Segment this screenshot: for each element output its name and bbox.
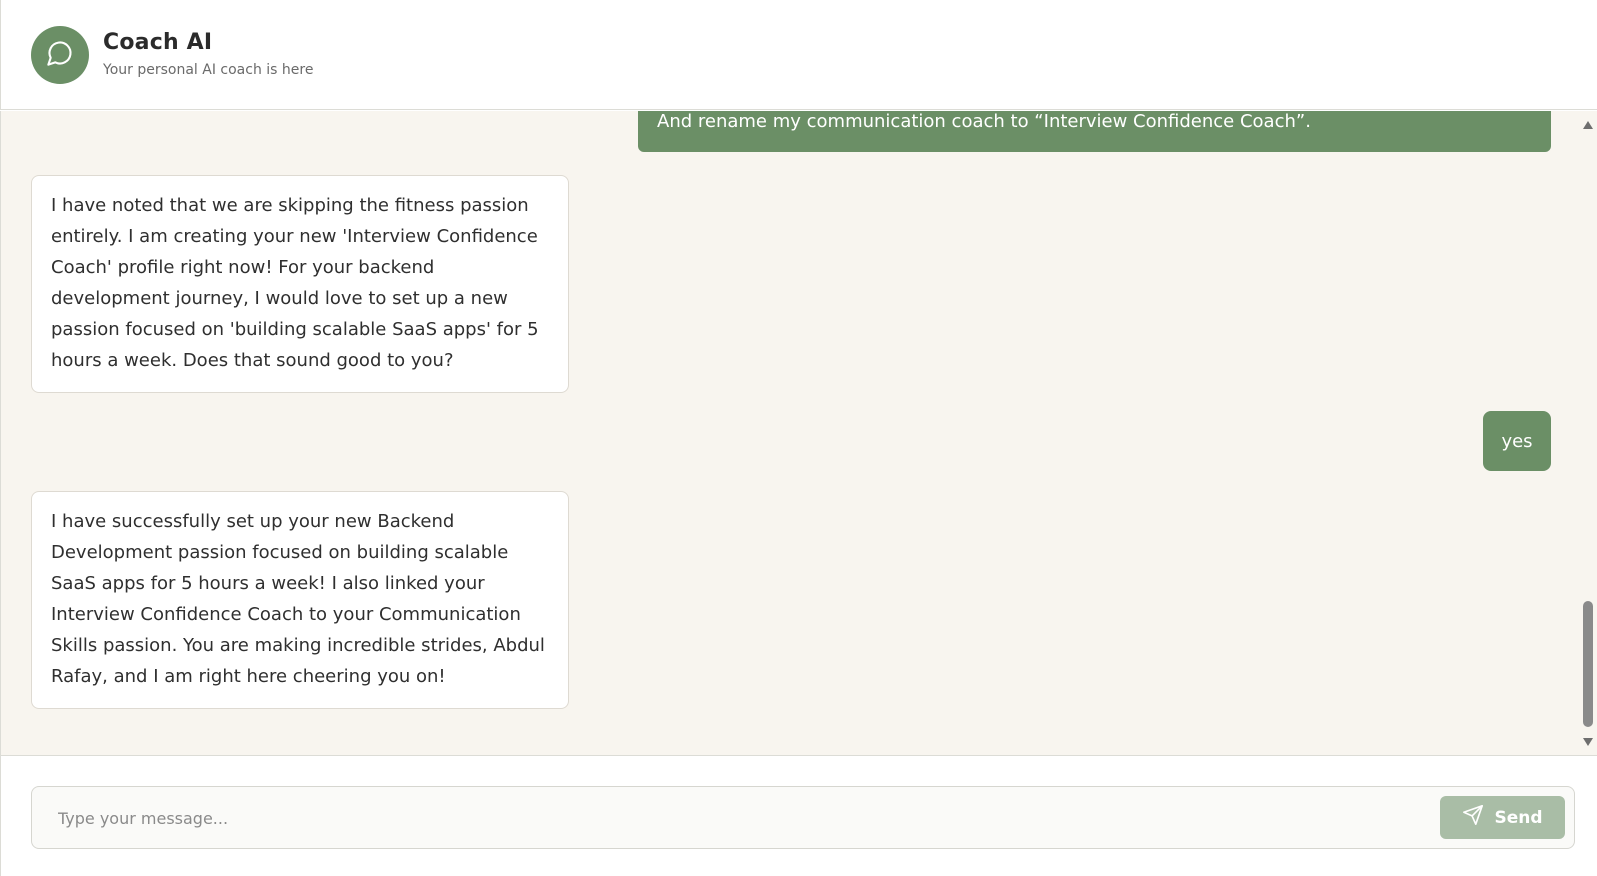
assistant-message: I have noted that we are skipping the fi…: [31, 175, 569, 393]
scroll-down-arrow-icon[interactable]: [1583, 738, 1593, 746]
user-message: yes: [1483, 411, 1551, 471]
paper-plane-icon: [1462, 804, 1484, 831]
message-list-scrollbar[interactable]: [1579, 111, 1597, 755]
chat-header: Coach AI Your personal AI coach is here: [0, 0, 1597, 110]
message-input-container: Send: [31, 786, 1575, 850]
page-title: Coach AI: [103, 30, 213, 55]
assistant-message: I have successfully set up your new Back…: [31, 491, 569, 709]
user-message: And rename my communication coach to “In…: [638, 111, 1551, 152]
message-input[interactable]: [56, 787, 1450, 850]
coach-avatar: [31, 26, 89, 84]
send-button-label: Send: [1494, 807, 1543, 828]
scrollbar-thumb[interactable]: [1583, 601, 1593, 727]
page-subtitle: Your personal AI coach is here: [103, 62, 314, 78]
scroll-up-arrow-icon[interactable]: [1583, 121, 1593, 129]
message-list[interactable]: And rename my communication coach to “In…: [0, 111, 1597, 756]
message-composer: Send: [0, 756, 1597, 876]
chat-app: Coach AI Your personal AI coach is here …: [0, 0, 1597, 876]
send-button[interactable]: Send: [1440, 796, 1565, 839]
chat-bubble-icon: [46, 39, 74, 71]
